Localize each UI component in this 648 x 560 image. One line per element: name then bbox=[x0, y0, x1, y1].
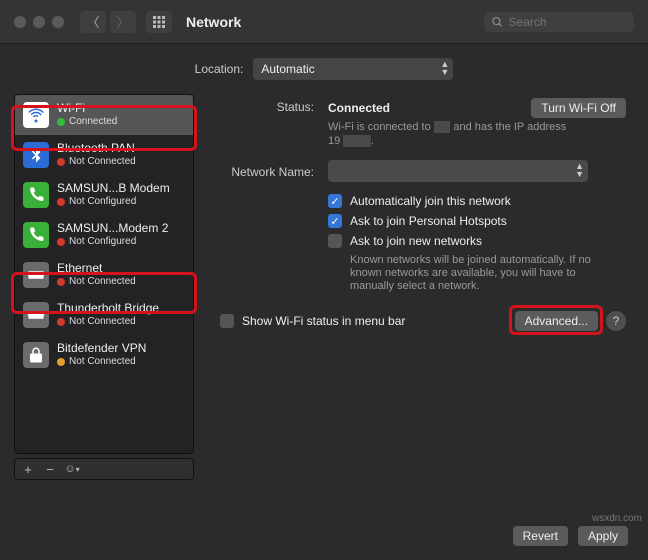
checkbox-unchecked-icon bbox=[220, 314, 234, 328]
network-name-label: Network Name: bbox=[214, 163, 314, 179]
grid-icon bbox=[152, 15, 166, 29]
sidebar-item-ethernet[interactable]: EthernetNot Connected bbox=[15, 255, 193, 295]
location-value: Automatic bbox=[261, 62, 314, 76]
show-status-checkbox[interactable]: Show Wi-Fi status in menu bar bbox=[220, 314, 405, 328]
sidebar-item-samsun-b-modem[interactable]: SAMSUN...B ModemNot Configured bbox=[15, 175, 193, 215]
service-actions-button[interactable]: ☺︎▾ bbox=[63, 463, 81, 475]
sidebar-item-status: Not Connected bbox=[57, 355, 146, 369]
ethernet-icon bbox=[23, 302, 49, 328]
lock-icon bbox=[23, 342, 49, 368]
wifi-icon bbox=[23, 102, 49, 128]
back-button[interactable]: 〈 bbox=[80, 11, 106, 33]
ask-hotspots-checkbox[interactable]: ✓ Ask to join Personal Hotspots bbox=[328, 214, 626, 228]
sidebar-item-label: Thunderbolt Bridge bbox=[57, 301, 159, 315]
forward-button[interactable]: 〉 bbox=[110, 11, 136, 33]
show-all-button[interactable] bbox=[146, 11, 172, 33]
phone-icon bbox=[23, 182, 49, 208]
checkbox-checked-icon: ✓ bbox=[328, 194, 342, 208]
search-input[interactable] bbox=[509, 15, 626, 29]
service-list[interactable]: Wi-FiConnectedBluetooth PANNot Connected… bbox=[14, 94, 194, 454]
sidebar-item-bitdefender-vpn[interactable]: Bitdefender VPNNot Connected bbox=[15, 335, 193, 375]
help-button[interactable]: ? bbox=[606, 311, 626, 331]
sidebar-item-status: Not Connected bbox=[57, 275, 136, 289]
watermark: wsxdn.com bbox=[592, 513, 642, 524]
revert-button[interactable]: Revert bbox=[513, 526, 568, 546]
service-list-toolbar: + − ☺︎▾ bbox=[14, 458, 194, 480]
sidebar-item-wi-fi[interactable]: Wi-FiConnected bbox=[15, 95, 193, 135]
detail-pane: Status: Connected Turn Wi-Fi Off Wi-Fi i… bbox=[206, 94, 634, 480]
sidebar-item-samsun-modem-2[interactable]: SAMSUN...Modem 2Not Configured bbox=[15, 215, 193, 255]
sidebar-item-status: Not Connected bbox=[57, 315, 159, 329]
network-name-popup[interactable]: ▲▼ bbox=[328, 160, 588, 182]
location-popup[interactable]: Automatic ▲▼ bbox=[253, 58, 453, 80]
add-service-button[interactable]: + bbox=[19, 462, 37, 477]
apply-button[interactable]: Apply bbox=[578, 526, 628, 546]
sidebar-item-bluetooth-pan[interactable]: Bluetooth PANNot Connected bbox=[15, 135, 193, 175]
minimize-window-icon[interactable] bbox=[33, 16, 45, 28]
ask-new-networks-checkbox[interactable]: Ask to join new networks bbox=[328, 234, 626, 248]
sidebar-item-label: SAMSUN...Modem 2 bbox=[57, 221, 168, 235]
status-hint: Wi-Fi is connected to xxx and has the IP… bbox=[328, 120, 568, 148]
sidebar-item-status: Not Connected bbox=[57, 155, 136, 169]
checkbox-unchecked-icon bbox=[328, 234, 342, 248]
sidebar-item-label: Bluetooth PAN bbox=[57, 141, 136, 155]
sidebar-item-label: Ethernet bbox=[57, 261, 136, 275]
window-title: Network bbox=[186, 14, 241, 30]
search-icon bbox=[492, 16, 503, 28]
turn-wifi-off-button[interactable]: Turn Wi-Fi Off bbox=[531, 98, 626, 118]
sidebar-item-label: SAMSUN...B Modem bbox=[57, 181, 170, 195]
sidebar-item-thunderbolt-bridge[interactable]: Thunderbolt BridgeNot Connected bbox=[15, 295, 193, 335]
status-label: Status: bbox=[214, 98, 314, 148]
phone-icon bbox=[23, 222, 49, 248]
ethernet-icon bbox=[23, 262, 49, 288]
checkbox-checked-icon: ✓ bbox=[328, 214, 342, 228]
status-value: Connected bbox=[328, 101, 390, 115]
close-window-icon[interactable] bbox=[14, 16, 26, 28]
chevron-updown-icon: ▲▼ bbox=[440, 60, 449, 76]
chevron-updown-icon: ▲▼ bbox=[575, 162, 584, 178]
sidebar-item-label: Wi-Fi bbox=[57, 101, 117, 115]
search-field[interactable] bbox=[484, 12, 634, 32]
footer-buttons: Revert Apply bbox=[513, 526, 628, 546]
sidebar-item-status: Not Configured bbox=[57, 235, 168, 249]
location-row: Location: Automatic ▲▼ bbox=[0, 44, 648, 94]
remove-service-button[interactable]: − bbox=[41, 462, 59, 477]
bluetooth-icon bbox=[23, 142, 49, 168]
window-controls[interactable] bbox=[14, 16, 64, 28]
ask-new-networks-help: Known networks will be joined automatica… bbox=[350, 254, 620, 293]
sidebar-item-status: Not Configured bbox=[57, 195, 170, 209]
zoom-window-icon[interactable] bbox=[52, 16, 64, 28]
sidebar-item-label: Bitdefender VPN bbox=[57, 341, 146, 355]
sidebar-item-status: Connected bbox=[57, 115, 117, 129]
titlebar: 〈 〉 Network bbox=[0, 0, 648, 44]
advanced-button[interactable]: Advanced... bbox=[515, 311, 598, 331]
location-label: Location: bbox=[195, 62, 244, 76]
auto-join-checkbox[interactable]: ✓ Automatically join this network bbox=[328, 194, 626, 208]
